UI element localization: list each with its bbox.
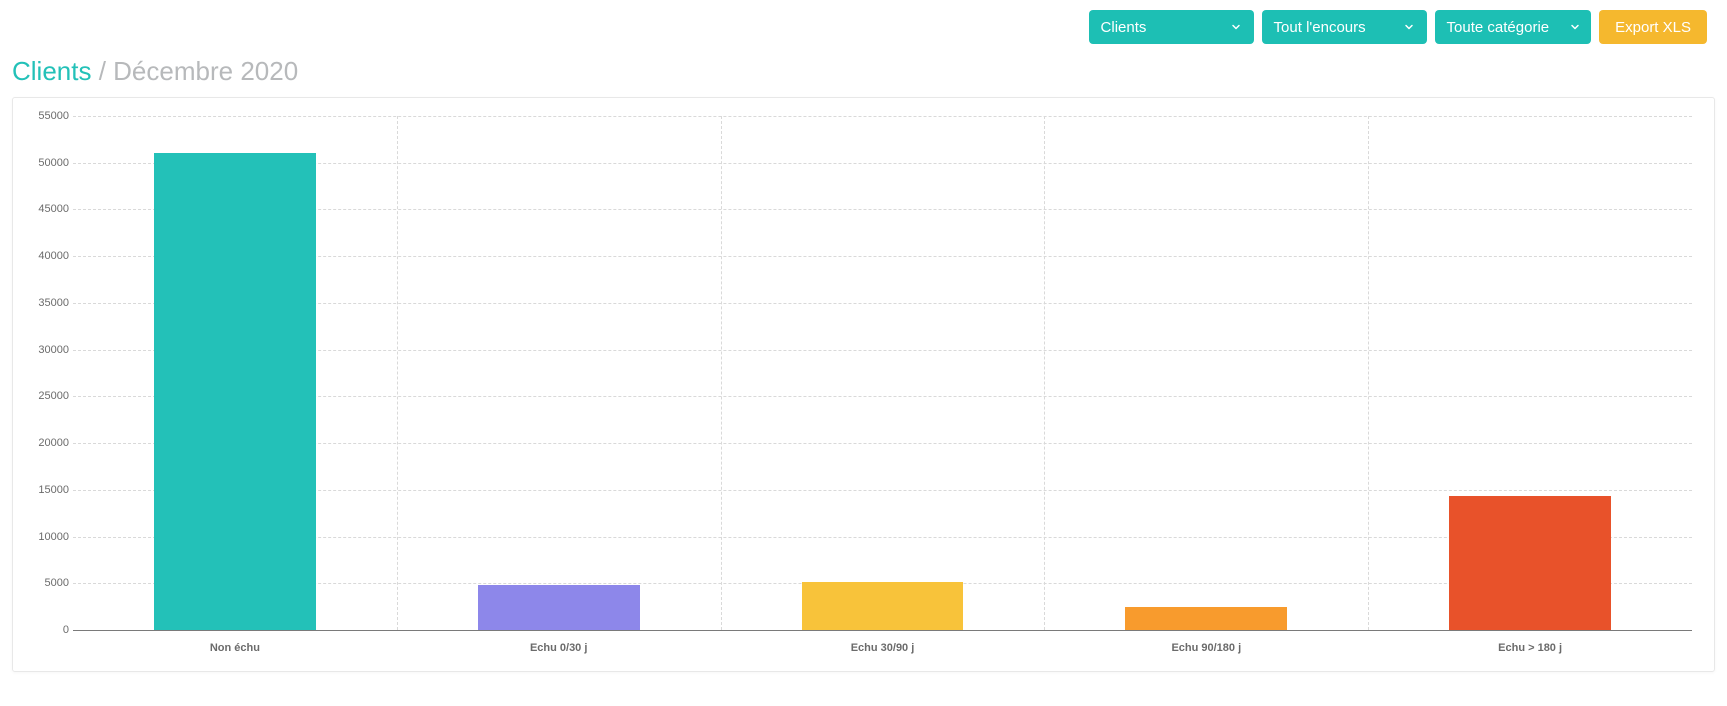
x-tick-label: Echu 0/30 j xyxy=(530,642,587,654)
gridline xyxy=(73,209,1692,210)
title-part1: Clients xyxy=(12,56,91,86)
dropdown-encours[interactable]: Tout l'encours xyxy=(1262,10,1427,44)
dropdown-clients[interactable]: Clients xyxy=(1089,10,1254,44)
chart-bar[interactable] xyxy=(154,153,316,630)
gridline xyxy=(73,256,1692,257)
y-tick-label: 40000 xyxy=(33,250,69,262)
y-tick-label: 30000 xyxy=(33,344,69,356)
dropdown-categorie-label: Toute catégorie xyxy=(1447,19,1550,36)
gridline xyxy=(73,490,1692,491)
chart-bar[interactable] xyxy=(1449,496,1611,630)
category-divider xyxy=(1044,116,1045,630)
export-button-label: Export XLS xyxy=(1615,19,1691,36)
chart-bar[interactable] xyxy=(1125,607,1287,630)
chart-card: 0 5000 10000 15000 20000 25000 30000 35000 40000… xyxy=(12,97,1715,672)
chevron-down-icon xyxy=(1569,21,1581,33)
gridline xyxy=(73,396,1692,397)
chevron-down-icon xyxy=(1230,21,1242,33)
chevron-down-icon xyxy=(1403,21,1415,33)
y-tick-label: 5000 xyxy=(33,577,69,589)
page-title: Clients / Décembre 2020 xyxy=(0,44,1727,87)
category-divider xyxy=(1368,116,1369,630)
y-tick-label: 50000 xyxy=(33,157,69,169)
category-divider xyxy=(721,116,722,630)
title-part2: Décembre 2020 xyxy=(113,56,298,86)
x-tick-label: Non échu xyxy=(210,642,260,654)
gridline xyxy=(73,303,1692,304)
y-tick-label: 35000 xyxy=(33,297,69,309)
y-tick-label: 45000 xyxy=(33,203,69,215)
gridline xyxy=(73,443,1692,444)
gridline xyxy=(73,350,1692,351)
y-tick-label: 10000 xyxy=(33,531,69,543)
category-divider xyxy=(397,116,398,630)
dropdown-encours-label: Tout l'encours xyxy=(1274,19,1366,36)
gridline xyxy=(73,116,1692,117)
export-button[interactable]: Export XLS xyxy=(1599,10,1707,44)
y-tick-label: 20000 xyxy=(33,437,69,449)
y-tick-label: 15000 xyxy=(33,484,69,496)
chart-bar[interactable] xyxy=(802,582,964,630)
y-tick-label: 55000 xyxy=(33,110,69,122)
x-tick-label: Echu 90/180 j xyxy=(1171,642,1241,654)
title-sep: / xyxy=(91,56,113,86)
dropdown-clients-label: Clients xyxy=(1101,19,1147,36)
y-tick-label: 0 xyxy=(33,624,69,636)
x-tick-label: Echu > 180 j xyxy=(1498,642,1562,654)
chart-bar[interactable] xyxy=(478,585,640,630)
dropdown-categorie[interactable]: Toute catégorie xyxy=(1435,10,1592,44)
gridline xyxy=(73,163,1692,164)
toolbar: Clients Tout l'encours Toute catégorie E… xyxy=(0,0,1727,44)
x-tick-label: Echu 30/90 j xyxy=(851,642,915,654)
chart-plot-area: 0500010000150002000025000300003500040000… xyxy=(73,116,1692,631)
y-tick-label: 25000 xyxy=(33,390,69,402)
